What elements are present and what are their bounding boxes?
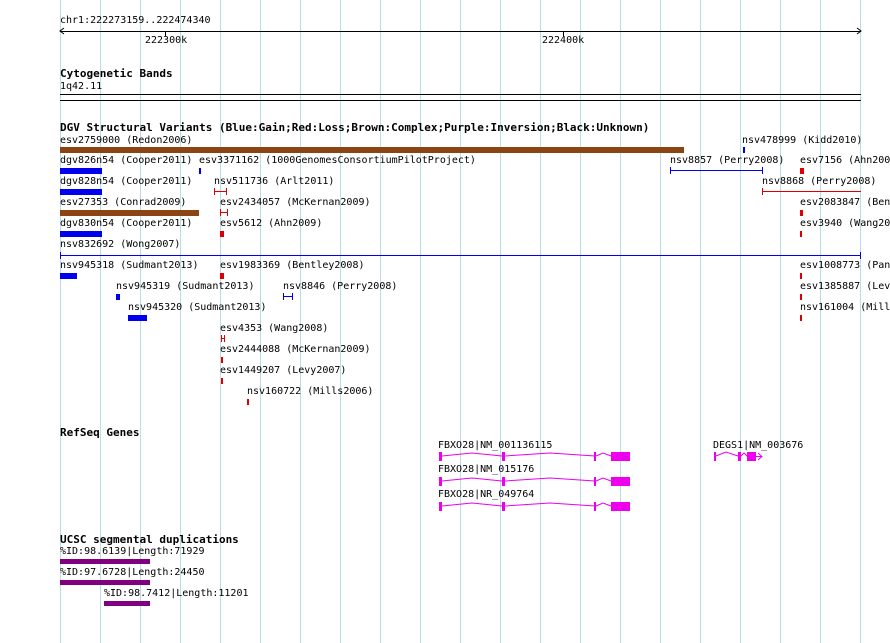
segdup-bar[interactable] [60, 580, 150, 585]
segdup-bar[interactable] [60, 559, 150, 564]
segdup-label[interactable]: %ID:97.6728|Length:24450 [60, 567, 205, 579]
segdup-bar[interactable] [104, 601, 150, 606]
segdup-label[interactable]: %ID:98.6139|Length:71929 [60, 546, 205, 558]
track-title-segdup: UCSC segmental duplications [60, 533, 239, 546]
segdup-label[interactable]: %ID:98.7412|Length:11201 [104, 588, 249, 600]
genome-browser-view: chr1:222273159..222474340 222300k 222400… [0, 0, 890, 643]
